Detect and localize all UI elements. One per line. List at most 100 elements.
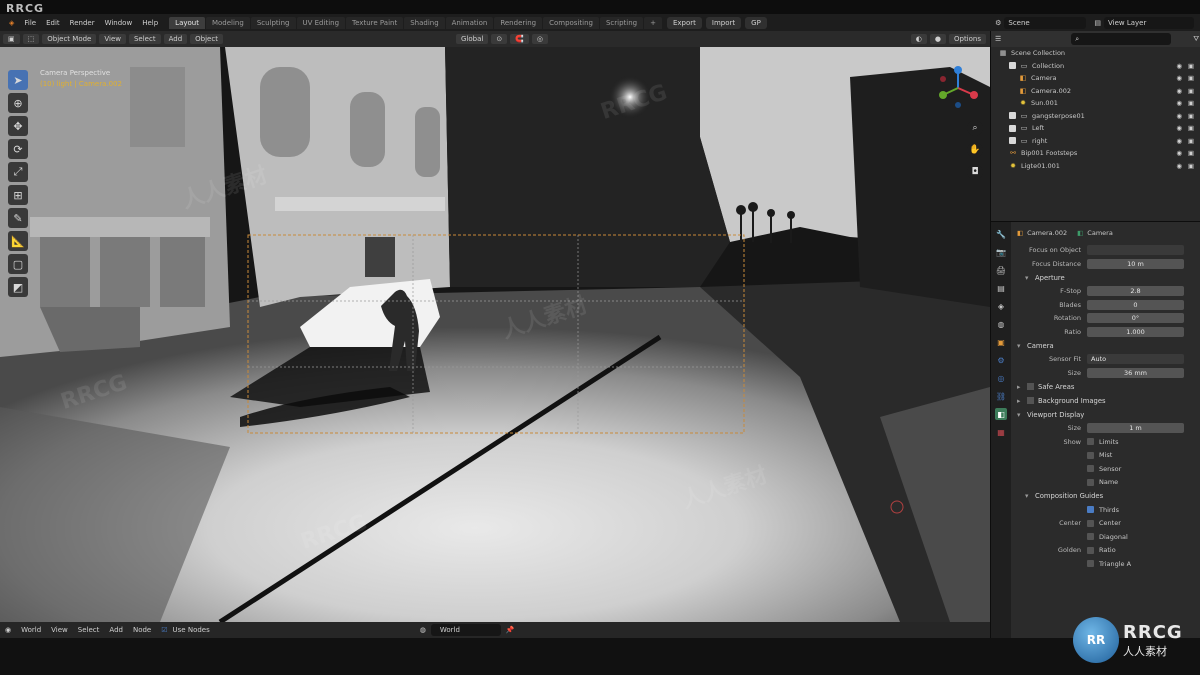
output-tab-icon[interactable]: 🖨: [995, 264, 1007, 276]
add-cube-tool-icon[interactable]: ▢: [8, 254, 28, 274]
tab-layout[interactable]: Layout: [169, 16, 205, 29]
limits-checkbox[interactable]: [1087, 438, 1094, 446]
render-tab-icon[interactable]: 📷: [995, 246, 1007, 258]
camera-view-icon[interactable]: ◘: [967, 164, 983, 180]
outliner-search[interactable]: ⌕: [1071, 33, 1172, 45]
tab-modeling[interactable]: Modeling: [205, 16, 250, 29]
sensor-checkbox[interactable]: [1087, 465, 1094, 473]
menu-select[interactable]: Select: [73, 626, 105, 634]
proportional-edit-icon[interactable]: ◎: [531, 34, 549, 44]
eye-icon[interactable]: ◉: [1176, 162, 1182, 170]
golden-ratio-checkbox[interactable]: [1087, 546, 1094, 554]
render-icon[interactable]: ▣: [1188, 137, 1194, 145]
menu-edit[interactable]: Edit: [41, 19, 65, 27]
background-images-panel-header[interactable]: ▸ Background Images: [1017, 394, 1194, 408]
outliner-item[interactable]: ▭ Collection ◉ ▣: [991, 60, 1200, 73]
composition-guides-panel-header[interactable]: ▾ Composition Guides: [1017, 489, 1194, 503]
tab-compositing[interactable]: Compositing: [543, 16, 599, 29]
outliner-item[interactable]: ▭ gangsterpose01 ◉ ▣: [991, 110, 1200, 123]
sensor-fit-dropdown[interactable]: Auto: [1087, 354, 1184, 365]
collection-checkbox[interactable]: [1009, 112, 1016, 120]
outliner-item[interactable]: ✹ Ligte01.001 ◉ ▣: [991, 160, 1200, 173]
tab-animation[interactable]: Animation: [445, 16, 494, 29]
use-nodes-checkbox[interactable]: ☑: [156, 626, 172, 634]
camera-tool-icon[interactable]: ◩: [8, 277, 28, 297]
navigation-gizmo[interactable]: [935, 65, 981, 111]
world-dropdown[interactable]: World: [16, 626, 46, 634]
collection-checkbox[interactable]: [1009, 124, 1016, 132]
eye-icon[interactable]: ◉: [1176, 137, 1182, 145]
tab-scripting[interactable]: Scripting: [599, 16, 644, 29]
tab-sculpting[interactable]: Sculpting: [250, 16, 296, 29]
menu-window[interactable]: Window: [100, 19, 138, 27]
outliner-item[interactable]: ◧ Camera ◉ ▣: [991, 72, 1200, 85]
snap-icon[interactable]: 🧲: [510, 34, 529, 44]
render-icon[interactable]: ▣: [1188, 62, 1194, 70]
eye-icon[interactable]: ◉: [1176, 87, 1182, 95]
menu-node[interactable]: Node: [128, 626, 156, 634]
select-tool-icon[interactable]: ➤: [8, 70, 28, 90]
focus-object-field[interactable]: [1087, 245, 1184, 256]
outliner-item[interactable]: ◧ Camera.002 ◉ ▣: [991, 85, 1200, 98]
safe-areas-checkbox[interactable]: [1027, 383, 1034, 390]
view-layer-selector[interactable]: View Layer: [1104, 16, 1194, 29]
menu-render[interactable]: Render: [65, 19, 100, 27]
safe-areas-panel-header[interactable]: ▸ Safe Areas: [1017, 380, 1194, 394]
constraints-tab-icon[interactable]: ⛓: [995, 390, 1007, 402]
collection-checkbox[interactable]: [1009, 137, 1016, 145]
outliner-item[interactable]: ⚯ Bip001 Footsteps ◉ ▣: [991, 147, 1200, 160]
add-workspace-icon[interactable]: +: [644, 16, 662, 29]
menu-add[interactable]: Add: [163, 34, 188, 44]
outliner-scene-collection[interactable]: ▦ Scene Collection: [991, 47, 1200, 60]
menu-file[interactable]: File: [19, 19, 41, 27]
menu-help[interactable]: Help: [137, 19, 163, 27]
eye-icon[interactable]: ◉: [1176, 62, 1182, 70]
export-button[interactable]: Export: [666, 16, 702, 29]
view-layer-tab-icon[interactable]: ▤: [995, 282, 1007, 294]
options-dropdown[interactable]: Options: [948, 34, 986, 44]
tab-shading[interactable]: Shading: [404, 16, 445, 29]
camera-data-tab-icon[interactable]: ◧: [995, 408, 1007, 420]
outliner[interactable]: ☰ ⌕ ⛛ ▦ Scene Collection ▭ Collection ◉ ▣…: [991, 31, 1200, 221]
eye-icon[interactable]: ◉: [1176, 124, 1182, 132]
physics-tab-icon[interactable]: ◎: [995, 372, 1007, 384]
object-mode-dropdown[interactable]: Object Mode: [42, 34, 97, 44]
import-button[interactable]: Import: [705, 16, 742, 29]
aperture-panel-header[interactable]: ▾ Aperture: [1017, 271, 1194, 285]
filter-icon[interactable]: ⛛: [1193, 35, 1199, 44]
rotate-tool-icon[interactable]: ⟳: [8, 139, 28, 159]
render-icon[interactable]: ▣: [1188, 99, 1194, 107]
texture-tab-icon[interactable]: ▦: [995, 426, 1007, 438]
focus-distance-field[interactable]: 10 m: [1087, 258, 1184, 269]
outliner-item[interactable]: ▭ right ◉ ▣: [991, 135, 1200, 148]
zoom-icon[interactable]: ⌕: [967, 120, 983, 136]
sensor-size-field[interactable]: 36 mm: [1087, 367, 1184, 378]
eye-icon[interactable]: ◉: [1176, 112, 1182, 120]
transform-orientation-dropdown[interactable]: Global: [455, 34, 489, 44]
camera-panel-header[interactable]: ▾ Camera: [1017, 339, 1194, 353]
editor-type-icon[interactable]: ◉: [0, 626, 16, 634]
scene-selector[interactable]: Scene: [1004, 16, 1087, 29]
diagonal-checkbox[interactable]: [1087, 533, 1094, 541]
triangle-a-checkbox[interactable]: [1087, 560, 1094, 568]
outliner-editor-icon[interactable]: ☰: [995, 35, 1001, 43]
mist-checkbox[interactable]: [1087, 451, 1094, 459]
scale-tool-icon[interactable]: ⤢: [8, 162, 28, 182]
eye-icon[interactable]: ◉: [1176, 99, 1182, 107]
menu-view[interactable]: View: [46, 626, 73, 634]
render-icon[interactable]: ▣: [1188, 74, 1194, 82]
rotation-field[interactable]: 0°: [1087, 313, 1184, 324]
render-icon[interactable]: ▣: [1188, 162, 1194, 170]
f-stop-field[interactable]: 2.8: [1087, 286, 1184, 297]
editor-type-icon[interactable]: ▣: [3, 34, 20, 44]
display-size-field[interactable]: 1 m: [1087, 423, 1184, 434]
3d-viewport[interactable]: [0, 47, 990, 622]
pan-hand-icon[interactable]: ✋: [967, 142, 983, 158]
scene-tab-icon[interactable]: ◈: [995, 300, 1007, 312]
tab-texture-paint[interactable]: Texture Paint: [346, 16, 404, 29]
menu-object[interactable]: Object: [190, 34, 223, 44]
outliner-item[interactable]: ✹ Sun.001 ◉ ▣: [991, 97, 1200, 110]
ratio-field[interactable]: 1.000: [1087, 326, 1184, 337]
transform-tool-icon[interactable]: ⊞: [8, 185, 28, 205]
annotate-tool-icon[interactable]: ✎: [8, 208, 28, 228]
